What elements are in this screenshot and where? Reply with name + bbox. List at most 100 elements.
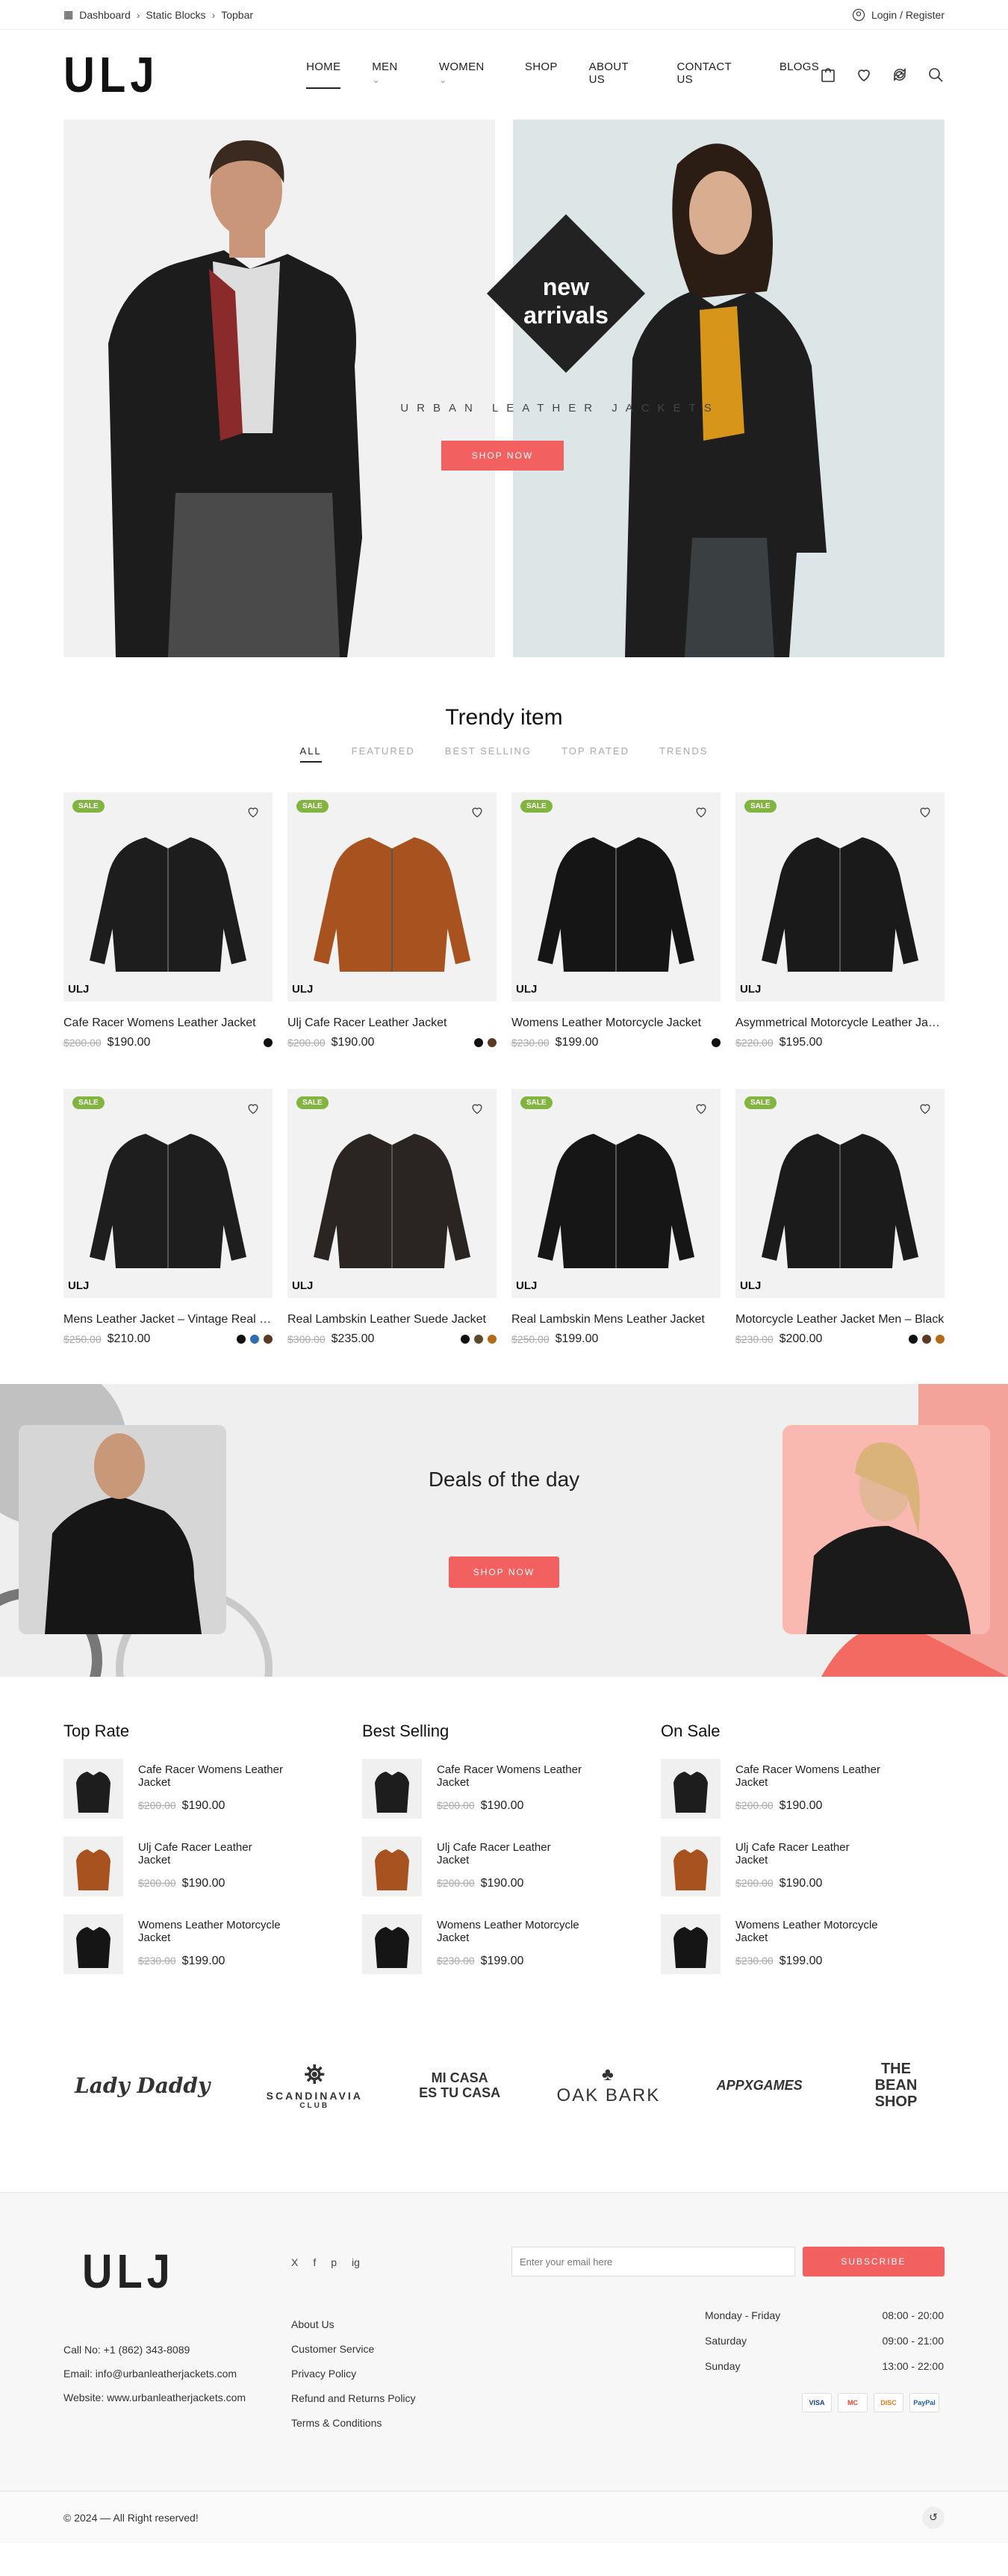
list-item-name[interactable]: Ulj Cafe Racer Leather Jacket: [138, 1841, 287, 1866]
product-image[interactable]: SALE ULJ: [63, 1089, 273, 1298]
color-swatch[interactable]: [909, 1335, 918, 1344]
footer-phone[interactable]: Call No: +1 (862) 343-8089: [63, 2338, 246, 2362]
footer-link-refund[interactable]: Refund and Returns Policy: [291, 2386, 416, 2411]
wishlist-heart-icon[interactable]: [246, 1101, 261, 1116]
product-card[interactable]: SALE ULJ Cafe Racer Womens Leather Jacke…: [63, 792, 273, 1089]
list-item[interactable]: Ulj Cafe Racer Leather Jacket $200.00 $19…: [661, 1837, 885, 1914]
list-item-name[interactable]: Womens Leather Motorcycle Jacket: [138, 1919, 287, 1944]
nav-women[interactable]: WOMEN ⌄: [439, 60, 494, 89]
color-swatch[interactable]: [712, 1038, 721, 1047]
color-swatch[interactable]: [264, 1038, 273, 1047]
brand-oak-bark[interactable]: ♣ OAK BARK: [557, 2064, 661, 2106]
heart-icon[interactable]: [855, 66, 873, 84]
subscribe-button[interactable]: SUBSCRIBE: [803, 2247, 945, 2276]
list-item-thumbnail[interactable]: [661, 1837, 721, 1896]
list-item[interactable]: Womens Leather Motorcycle Jacket $230.00…: [661, 1914, 885, 1992]
list-item[interactable]: Womens Leather Motorcycle Jacket $230.00…: [63, 1914, 287, 1992]
list-item-name[interactable]: Womens Leather Motorcycle Jacket: [437, 1919, 586, 1944]
nav-contact[interactable]: CONTACT US: [676, 60, 747, 89]
list-item-name[interactable]: Cafe Racer Womens Leather Jacket: [735, 1763, 885, 1789]
list-item-thumbnail[interactable]: [63, 1759, 123, 1819]
product-card[interactable]: SALE ULJ Real Lambskin Leather Suede Jac…: [287, 1089, 497, 1385]
product-card[interactable]: SALE ULJ Asymmetrical Motorcycle Leather…: [735, 792, 945, 1089]
product-name[interactable]: Womens Leather Motorcycle Jacket: [511, 1017, 721, 1030]
list-item-thumbnail[interactable]: [661, 1759, 721, 1819]
list-item-thumbnail[interactable]: [362, 1759, 422, 1819]
list-item[interactable]: Cafe Racer Womens Leather Jacket $200.00…: [661, 1759, 885, 1837]
product-name[interactable]: Motorcycle Leather Jacket Men – Black: [735, 1313, 945, 1326]
list-item-name[interactable]: Ulj Cafe Racer Leather Jacket: [437, 1841, 586, 1866]
wishlist-heart-icon[interactable]: [918, 1101, 933, 1116]
footer-logo[interactable]: ULJ: [82, 2243, 175, 2299]
color-swatch[interactable]: [461, 1335, 470, 1344]
list-item[interactable]: Cafe Racer Womens Leather Jacket $200.00…: [362, 1759, 586, 1837]
list-item-thumbnail[interactable]: [362, 1914, 422, 1974]
list-item-thumbnail[interactable]: [63, 1837, 123, 1896]
newsletter-email-input[interactable]: Enter your email here: [511, 2247, 795, 2276]
product-name[interactable]: Asymmetrical Motorcycle Leather Jacket: [735, 1017, 945, 1030]
color-swatch[interactable]: [474, 1335, 483, 1344]
tab-top-rated[interactable]: TOP RATED: [561, 745, 629, 763]
compare-icon[interactable]: [891, 66, 909, 84]
facebook-icon[interactable]: f: [313, 2256, 316, 2268]
hero-shop-now-button[interactable]: SHOP NOW: [441, 441, 564, 471]
product-name[interactable]: Real Lambskin Mens Leather Jacket: [511, 1313, 721, 1326]
wishlist-heart-icon[interactable]: [246, 804, 261, 819]
product-image[interactable]: SALE ULJ: [63, 792, 273, 1002]
footer-website[interactable]: Website: www.urbanleatherjackets.com: [63, 2386, 246, 2409]
nav-about[interactable]: ABOUT US: [589, 60, 646, 89]
instagram-icon[interactable]: ig: [352, 2256, 360, 2268]
product-card[interactable]: SALE ULJ Real Lambskin Mens Leather Jack…: [511, 1089, 721, 1385]
pinterest-icon[interactable]: p: [331, 2256, 337, 2268]
brand-lady-daddy[interactable]: Lady Daddy: [75, 2073, 210, 2098]
deals-shop-now-button[interactable]: SHOP NOW: [449, 1557, 559, 1588]
product-card[interactable]: SALE ULJ Womens Leather Motorcycle Jacke…: [511, 792, 721, 1089]
brand-mi-casa[interactable]: MI CASA ES TU CASA: [419, 2070, 500, 2100]
product-image[interactable]: SALE ULJ: [287, 1089, 497, 1298]
breadcrumb-dashboard[interactable]: Dashboard: [79, 9, 131, 21]
color-swatch[interactable]: [237, 1335, 246, 1344]
product-image[interactable]: SALE ULJ: [511, 792, 721, 1002]
color-swatch[interactable]: [474, 1038, 483, 1047]
product-image[interactable]: SALE ULJ: [287, 792, 497, 1002]
footer-link-about[interactable]: About Us: [291, 2312, 416, 2337]
brand-appxgames[interactable]: APPXGAMES: [717, 2078, 803, 2094]
wishlist-heart-icon[interactable]: [918, 804, 933, 819]
brand-bean-shop[interactable]: THE BEAN SHOP: [859, 2061, 933, 2110]
list-item-name[interactable]: Womens Leather Motorcycle Jacket: [735, 1919, 885, 1944]
brand-scandinavia[interactable]: ⛯ SCANDINAVIA CLUB: [267, 2061, 363, 2110]
login-link[interactable]: Login / Register: [852, 8, 945, 22]
x-icon[interactable]: X: [291, 2256, 298, 2268]
product-name[interactable]: Ulj Cafe Racer Leather Jacket: [287, 1017, 497, 1030]
product-name[interactable]: Mens Leather Jacket – Vintage Real Leath…: [63, 1313, 273, 1326]
product-name[interactable]: Cafe Racer Womens Leather Jacket: [63, 1017, 273, 1030]
wishlist-heart-icon[interactable]: [694, 1101, 709, 1116]
product-image[interactable]: SALE ULJ: [735, 792, 945, 1002]
site-logo[interactable]: ULJ: [63, 46, 284, 103]
wishlist-heart-icon[interactable]: [470, 804, 485, 819]
product-card[interactable]: SALE ULJ Ulj Cafe Racer Leather Jacket $…: [287, 792, 497, 1089]
list-item-thumbnail[interactable]: [362, 1837, 422, 1896]
product-card[interactable]: SALE ULJ Motorcycle Leather Jacket Men –…: [735, 1089, 945, 1385]
list-item-name[interactable]: Cafe Racer Womens Leather Jacket: [437, 1763, 586, 1789]
tab-trends[interactable]: TRENDS: [659, 745, 708, 763]
list-item[interactable]: Ulj Cafe Racer Leather Jacket $200.00 $19…: [362, 1837, 586, 1914]
cart-icon[interactable]: [819, 66, 837, 84]
breadcrumb-static-blocks[interactable]: Static Blocks: [146, 9, 205, 21]
list-item[interactable]: Ulj Cafe Racer Leather Jacket $200.00 $19…: [63, 1837, 287, 1914]
nav-shop[interactable]: SHOP: [525, 60, 558, 89]
list-item-name[interactable]: Cafe Racer Womens Leather Jacket: [138, 1763, 287, 1789]
wishlist-heart-icon[interactable]: [694, 804, 709, 819]
color-swatch[interactable]: [922, 1335, 931, 1344]
color-swatch[interactable]: [488, 1038, 497, 1047]
list-item[interactable]: Womens Leather Motorcycle Jacket $230.00…: [362, 1914, 586, 1992]
tab-all[interactable]: ALL: [299, 745, 322, 763]
tab-featured[interactable]: FEATURED: [352, 745, 415, 763]
footer-link-customer-service[interactable]: Customer Service: [291, 2337, 416, 2362]
color-swatch[interactable]: [936, 1335, 945, 1344]
list-item-thumbnail[interactable]: [63, 1914, 123, 1974]
nav-men[interactable]: MEN ⌄: [372, 60, 408, 89]
nav-blogs[interactable]: BLOGS: [780, 60, 819, 89]
wishlist-heart-icon[interactable]: [470, 1101, 485, 1116]
list-item-name[interactable]: Ulj Cafe Racer Leather Jacket: [735, 1841, 885, 1866]
